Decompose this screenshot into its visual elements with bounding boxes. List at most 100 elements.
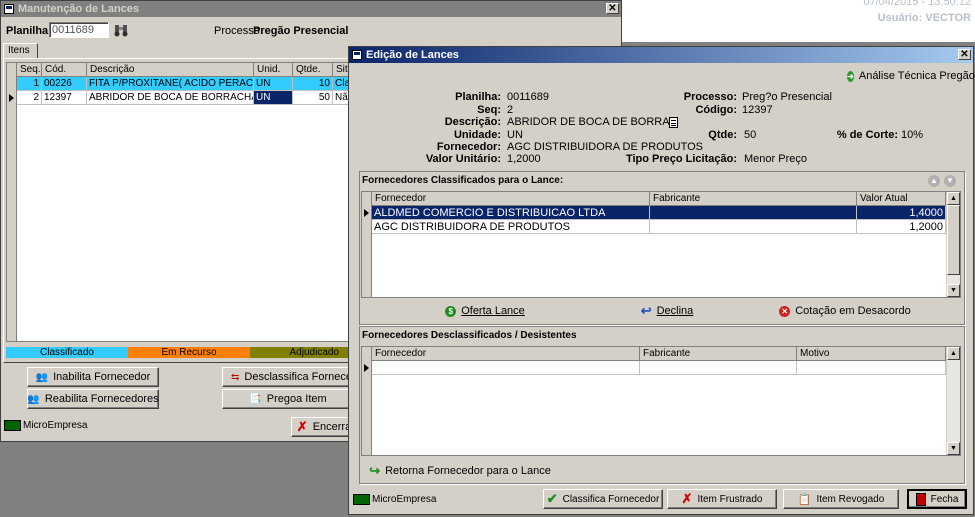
col-fabricante[interactable]: Fabricante [640, 347, 797, 361]
info-panel: Planilha: 0011689 Seq: 2 Descrição: ABRI… [349, 89, 973, 169]
cell-descricao: ABRIDOR DE BOCA DE BORRACHA ADUL [87, 91, 254, 105]
analise-label: Análise Técnica Pregão [858, 70, 975, 82]
binoculars-icon[interactable] [113, 22, 129, 38]
reabilita-label: Reabilita Fornecedores [44, 393, 159, 405]
tab-itens-label: Itens [8, 45, 30, 56]
arrow-down-circle-icon[interactable]: ▼ [944, 175, 956, 187]
info-seq-label: Seq: [477, 104, 501, 116]
inabilita-fornecedor-button[interactable]: 👥 Inabilita Fornecedor [27, 367, 159, 387]
items-grid[interactable]: Seq. Cód. Descrição Unid. Qtde. Situ 1 0… [6, 62, 351, 342]
cell-seq: 2 [17, 91, 42, 105]
cell-qtde: 10 [293, 77, 333, 91]
classificados-group: Fornecedores Classificados para o Lance:… [359, 171, 965, 325]
col-unid[interactable]: Unid. [254, 63, 293, 77]
fecha-button[interactable]: Fecha [907, 489, 967, 509]
inabilita-label: Inabilita Fornecedor [53, 371, 151, 383]
return-arrow-icon: ↪ [369, 463, 381, 478]
desclassifica-fornecedor-button[interactable]: ⇆ Desclassifica Fornecedor pa [222, 367, 383, 387]
tab-itens[interactable]: Itens [3, 43, 38, 59]
encerra-label: Encerra [312, 421, 352, 433]
memo-icon[interactable] [669, 117, 678, 128]
pregoa-label: Pregoa Item [266, 393, 327, 405]
arrow-up-circle-icon[interactable]: ▲ [928, 175, 940, 187]
col-fornecedor[interactable]: Fornecedor [372, 192, 650, 206]
cell-motivo [797, 361, 946, 375]
desclassificados-group: Fornecedores Desclassificados / Desisten… [359, 326, 965, 484]
row-indicator-column [362, 192, 372, 297]
declina-label: Declina [656, 305, 694, 317]
main-title: Manutenção de Lances [18, 3, 140, 15]
processo-value: Pregão Presencial [253, 25, 349, 37]
retorna-label: Retorna Fornecedor para o Lance [385, 465, 551, 477]
pregoa-item-button[interactable]: 📑 Pregoa Item [222, 389, 354, 409]
classificados-title: Fornecedores Classificados para o Lance: [362, 175, 564, 186]
declina-button[interactable]: ↩ Declina [632, 302, 702, 320]
planilha-input[interactable]: 0011689 [49, 22, 109, 38]
cell-cod: 00226 [42, 77, 87, 91]
col-valor-atual[interactable]: Valor Atual [857, 192, 946, 206]
cell-unid: UN [254, 77, 293, 91]
arrows-icon: ⇆ [231, 371, 240, 383]
oferta-label: Oferta Lance [461, 305, 525, 317]
check-icon: ✔ [546, 491, 558, 506]
desclassificados-scrollbar[interactable]: ▲ ▼ [946, 347, 960, 455]
info-codigo-label: Código: [695, 104, 737, 116]
col-motivo[interactable]: Motivo [797, 347, 946, 361]
close-icon[interactable]: ✕ [606, 3, 619, 14]
scroll-down-icon[interactable]: ▼ [947, 442, 960, 455]
close-icon[interactable]: ✕ [958, 49, 971, 60]
cell-fabricante [640, 361, 797, 375]
legend-em-recurso: Em Recurso [128, 347, 250, 358]
frustrado-label: Item Frustrado [697, 493, 763, 505]
info-tipo-label: Tipo Preço Licitação: [625, 153, 737, 165]
analise-tecnica-button[interactable]: ➜ Análise Técnica Pregão [847, 67, 975, 85]
legend-classificado: Classificado [6, 347, 128, 358]
oferta-lance-button[interactable]: $ Oferta Lance [440, 302, 530, 320]
col-qtde[interactable]: Qtde. [293, 63, 333, 77]
col-cod[interactable]: Cód. [42, 63, 87, 77]
cotacao-desacordo-button[interactable]: ✕ Cotação em Desacordo [775, 302, 915, 320]
classifica-label: Classifica Fornecedor [562, 493, 660, 505]
datetime-label: 07/04/2015 - 13:50:12 [863, 0, 971, 8]
item-revogado-button[interactable]: 📋 Item Revogado [783, 489, 899, 509]
desclassificados-title: Fornecedores Desclassificados / Desisten… [362, 330, 577, 341]
reabilita-fornecedores-button[interactable]: 👥 Reabilita Fornecedores [27, 389, 159, 409]
info-valor-value: 1,2000 [507, 153, 541, 165]
cell-seq: 1 [17, 77, 42, 91]
cell-descricao: FITA P/PROXITANE( ACIDO PERACETICO [87, 77, 254, 91]
col-fornecedor[interactable]: Fornecedor [372, 347, 640, 361]
info-processo-label: Processo: [683, 91, 737, 103]
micro-label: MicroEmpresa [372, 494, 437, 505]
retorna-fornecedor-button[interactable]: ↪ Retorna Fornecedor para o Lance [366, 462, 554, 480]
desclassificados-grid[interactable]: Fornecedor Fabricante Motivo ▲ ▼ [361, 346, 961, 456]
classifica-fornecedor-button[interactable]: ✔ Classifica Fornecedor [543, 489, 663, 509]
info-qtde-label: Qtde: [708, 129, 737, 141]
scroll-down-icon[interactable]: ▼ [947, 284, 960, 297]
info-valor-label: Valor Unitário: [425, 153, 501, 165]
planilha-value: 0011689 [52, 24, 95, 36]
cell-fornecedor: ALDMED COMERCIO E DISTRIBUICAO LTDA [372, 206, 650, 220]
revoke-icon: 📋 [797, 493, 812, 506]
info-processo-value: Preg?o Presencial [742, 91, 832, 103]
user-minus-icon: 👥 [35, 371, 49, 383]
window-icon [4, 4, 14, 14]
col-fabricante[interactable]: Fabricante [650, 192, 857, 206]
arrow-right-circle-icon: ➜ [847, 70, 854, 82]
classificados-grid[interactable]: Fornecedor Fabricante Valor Atual ALDMED… [361, 191, 961, 298]
dialog-titlebar[interactable]: Edição de Lances ✕ [349, 47, 973, 63]
info-qtde-value: 50 [744, 129, 757, 141]
col-seq[interactable]: Seq. [17, 63, 42, 77]
col-descricao[interactable]: Descrição [87, 63, 254, 77]
scroll-up-icon[interactable]: ▲ [947, 347, 960, 360]
cancel-circle-icon: ✕ [779, 305, 791, 317]
scroll-up-icon[interactable]: ▲ [947, 192, 960, 205]
classificados-scrollbar[interactable]: ▲ ▼ [946, 192, 960, 297]
fecha-label: Fecha [930, 493, 959, 505]
item-frustrado-button[interactable]: ✗ Item Frustrado [667, 489, 777, 509]
dialog-title: Edição de Lances [366, 49, 459, 61]
money-icon: $ [445, 305, 457, 317]
scroll-thumb[interactable] [947, 205, 960, 275]
exit-door-icon [915, 492, 926, 506]
main-titlebar[interactable]: Manutenção de Lances ✕ [1, 1, 621, 17]
info-descricao-label: Descrição: [444, 116, 501, 128]
